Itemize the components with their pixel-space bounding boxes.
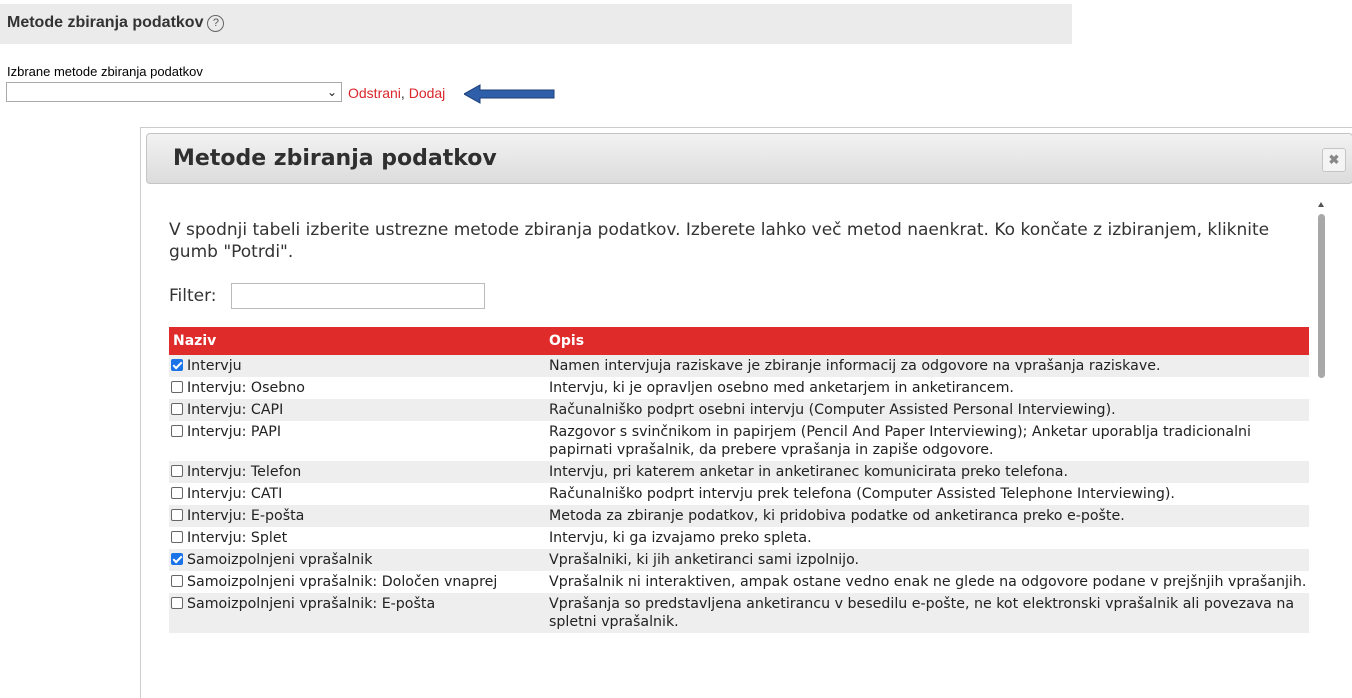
table-header-row: Naziv Opis — [169, 327, 1309, 355]
method-name-cell: Samoizpolnjeni vprašalnik: E-pošta — [169, 593, 545, 633]
method-description: Intervju, ki je opravljen osebno med ank… — [549, 380, 1014, 396]
scrollbar-thumb[interactable] — [1318, 214, 1325, 378]
close-icon[interactable]: ✖ — [1322, 148, 1346, 172]
method-description: Računalniško podprt osebni intervju (Com… — [545, 399, 1309, 421]
link-separator: , — [400, 85, 405, 101]
method-checkbox[interactable] — [171, 465, 183, 477]
section-header: Metode zbiranja podatkov? — [0, 4, 1072, 44]
column-header-description[interactable]: Opis — [545, 327, 1309, 355]
table-row[interactable]: Intervju: Telefon Intervju, pri katerem a… — [169, 461, 1309, 483]
remove-link[interactable]: Odstrani — [348, 85, 401, 101]
method-name: Intervju: Splet — [187, 530, 288, 546]
filter-label: Filter: — [169, 286, 217, 306]
dialog-titlebar[interactable]: Metode zbiranja podatkov ✖ — [146, 133, 1352, 184]
method-checkbox[interactable] — [171, 597, 183, 609]
method-name: Intervju: Telefon — [187, 464, 302, 480]
method-name-cell: Intervju: CAPI — [169, 399, 545, 421]
method-description: Razgovor s svinčnikom in papirjem (Penci… — [549, 424, 1251, 458]
method-name: Samoizpolnjeni vprašalnik — [187, 552, 373, 568]
method-name: Intervju: CATI — [187, 486, 283, 502]
selected-methods-label: Izbrane metode zbiranja podatkov — [7, 64, 203, 79]
method-description: Vprašalniki, ki jih anketiranci sami izp… — [545, 549, 1309, 571]
table-row[interactable]: Intervju: CATI Računalniško podprt interv… — [169, 483, 1309, 505]
method-description: Namen intervjuja raziskave je zbiranje i… — [545, 355, 1309, 377]
method-checkbox[interactable] — [171, 487, 183, 499]
chevron-down-icon: ⌄ — [326, 85, 337, 99]
scroll-up-icon[interactable] — [1318, 202, 1324, 207]
method-name-cell: Intervju: Splet — [169, 527, 545, 549]
method-description: Metoda za zbiranje podatkov, ki pridobiv… — [545, 505, 1309, 527]
table-row[interactable]: Intervju: CAPI Računalniško podprt osebni… — [169, 399, 1309, 421]
method-name-cell: Samoizpolnjeni vprašalnik: Določen vnapr… — [169, 571, 545, 593]
method-name-cell: Intervju: E-pošta — [169, 505, 545, 527]
methods-table-wrap: Naziv Opis Intervju Namen intervjuja razi… — [169, 327, 1309, 633]
methods-dialog: Metode zbiranja podatkov ✖ V spodnji tab… — [140, 127, 1352, 698]
method-name-cell: Samoizpolnjeni vprašalnik — [169, 549, 545, 571]
method-description: Vprašanja so predstavljena anketirancu v… — [545, 593, 1309, 633]
scrollbar[interactable] — [1315, 202, 1329, 698]
method-name: Intervju: Osebno — [187, 380, 305, 396]
method-name-cell: Intervju — [169, 355, 545, 377]
method-name: Samoizpolnjeni vprašalnik: Določen vnapr… — [187, 574, 498, 590]
table-row[interactable]: Intervju: Splet Intervju, ki ga izvajamo … — [169, 527, 1309, 549]
add-link[interactable]: Dodaj — [409, 85, 446, 101]
help-icon[interactable]: ? — [207, 15, 225, 32]
section-title: Metode zbiranja podatkov? — [7, 14, 225, 32]
method-name: Intervju: E-pošta — [187, 508, 305, 524]
method-name-cell: Intervju: Osebno — [169, 377, 545, 399]
method-description: Intervju, pri katerem anketar in anketir… — [545, 461, 1309, 483]
section-title-text: Metode zbiranja podatkov — [7, 14, 204, 31]
selected-methods-select[interactable]: ⌄ — [6, 82, 342, 102]
table-body: Intervju Namen intervjuja raziskave je zb… — [169, 355, 1309, 633]
action-links: Odstrani, Dodaj — [348, 85, 445, 101]
method-name-cell: Intervju: Telefon — [169, 461, 545, 483]
method-name-cell: Intervju: CATI — [169, 483, 545, 505]
methods-table: Naziv Opis Intervju Namen intervjuja razi… — [169, 327, 1309, 633]
dialog-intro: V spodnji tabeli izberite ustrezne metod… — [169, 220, 1270, 262]
method-name-cell: Intervju: PAPI — [169, 421, 545, 461]
dialog-title: Metode zbiranja podatkov — [173, 146, 497, 171]
method-checkbox[interactable] — [171, 425, 183, 437]
method-name: Intervju: CAPI — [187, 402, 284, 418]
method-checkbox[interactable] — [171, 575, 183, 587]
method-checkbox[interactable] — [171, 381, 183, 393]
table-row[interactable]: Intervju: Osebno Intervju, ki je opravlje… — [169, 377, 1309, 399]
method-checkbox[interactable] — [171, 359, 183, 371]
method-description: Vprašalnik ni interaktiven, ampak ostane… — [549, 574, 1307, 590]
method-description: Intervju, ki ga izvajamo preko spleta. — [549, 530, 812, 546]
table-row[interactable]: Intervju: PAPI Razgovor s svinčnikom in p… — [169, 421, 1309, 461]
method-name: Intervju — [187, 358, 242, 374]
table-row[interactable]: Intervju Namen intervjuja raziskave je zb… — [169, 355, 1309, 377]
method-name: Intervju: PAPI — [187, 424, 282, 440]
method-checkbox[interactable] — [171, 403, 183, 415]
filter-input[interactable] — [231, 283, 485, 309]
column-header-name[interactable]: Naziv — [169, 327, 545, 355]
method-checkbox[interactable] — [171, 509, 183, 521]
table-row[interactable]: Samoizpolnjeni vprašalnik Vprašalniki, ki… — [169, 549, 1309, 571]
table-row[interactable]: Intervju: E-pošta Metoda za zbiranje poda… — [169, 505, 1309, 527]
table-row[interactable]: Samoizpolnjeni vprašalnik: E-pošta Vpraša… — [169, 593, 1309, 633]
table-row[interactable]: Samoizpolnjeni vprašalnik: Določen vnapr… — [169, 571, 1309, 593]
arrow-left-icon — [464, 84, 555, 104]
method-checkbox[interactable] — [171, 553, 183, 565]
method-description: Računalniško podprt intervju prek telefo… — [549, 486, 1175, 502]
method-name: Samoizpolnjeni vprašalnik: E-pošta — [187, 596, 436, 612]
method-checkbox[interactable] — [171, 531, 183, 543]
